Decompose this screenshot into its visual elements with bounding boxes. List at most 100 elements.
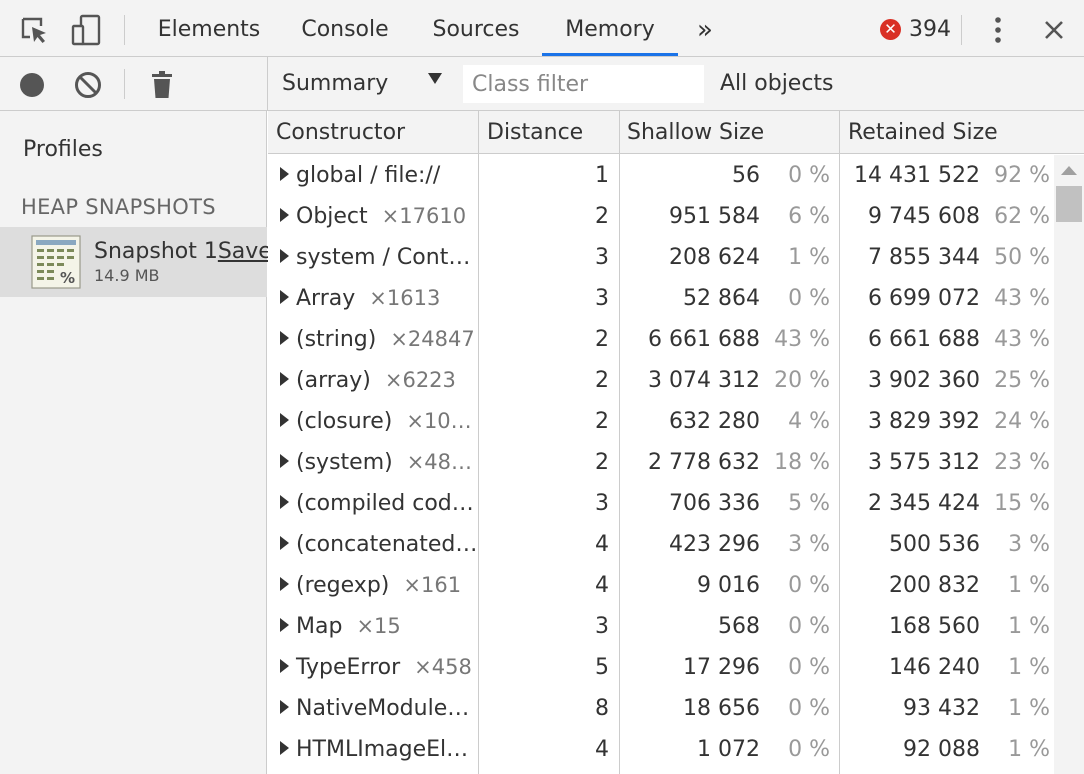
error-counter[interactable]: ✕ 394 <box>880 17 951 42</box>
device-toolbar-icon[interactable] <box>66 10 106 50</box>
tab-elements[interactable]: Elements <box>150 0 268 56</box>
expand-triangle-icon[interactable] <box>280 700 289 714</box>
view-select[interactable]: Summary <box>282 67 452 101</box>
heap-summary-table: Constructor Distance Shallow Size Retain… <box>268 111 1084 774</box>
table-row[interactable]: global / file:// 1 56 0 % 14 431 522 92 % <box>268 155 1054 196</box>
inspect-element-icon[interactable] <box>14 10 54 50</box>
profiles-heading: Profiles <box>23 137 103 162</box>
retained-size-cell: 168 560 <box>889 614 980 639</box>
table-row[interactable]: TypeError ×458 5 17 296 0 % 146 240 1 % <box>268 647 1054 688</box>
expand-triangle-icon[interactable] <box>280 495 289 509</box>
retained-percent-cell: 43 % <box>994 327 1050 352</box>
expand-triangle-icon[interactable] <box>280 249 289 263</box>
constructor-name: (string) <box>296 327 377 352</box>
shallow-size-cell: 56 <box>732 163 760 188</box>
record-icon[interactable] <box>12 65 52 105</box>
distance-cell: 2 <box>595 368 609 393</box>
trash-icon[interactable] <box>142 65 182 105</box>
expand-triangle-icon[interactable] <box>280 659 289 673</box>
retained-size-cell: 92 088 <box>903 737 980 762</box>
expand-triangle-icon[interactable] <box>280 536 289 550</box>
column-header-constructor[interactable]: Constructor <box>268 111 478 154</box>
kebab-menu-icon[interactable] <box>978 10 1018 50</box>
table-row[interactable]: (regexp) ×161 4 9 016 0 % 200 832 1 % <box>268 565 1054 606</box>
expand-triangle-icon[interactable] <box>280 331 289 345</box>
scrollbar-thumb[interactable] <box>1056 186 1082 222</box>
shallow-percent-cell: 18 % <box>774 450 830 475</box>
instance-count: ×161 <box>403 573 462 597</box>
constructor-cell: system / Cont… <box>280 237 476 278</box>
table-row[interactable]: (closure) ×10… 2 632 280 4 % 3 829 392 24 % <box>268 401 1054 442</box>
scroll-up-arrow-icon[interactable] <box>1061 166 1077 175</box>
toolbar-divider <box>961 15 962 45</box>
expand-triangle-icon[interactable] <box>280 208 289 222</box>
shallow-size-cell: 52 864 <box>683 286 760 311</box>
table-row[interactable]: (array) ×6223 2 3 074 312 20 % 3 902 360 25 % <box>268 360 1054 401</box>
shallow-percent-cell: 5 % <box>788 491 830 516</box>
expand-triangle-icon[interactable] <box>280 372 289 386</box>
retained-percent-cell: 62 % <box>994 204 1050 229</box>
class-filter-input[interactable] <box>463 65 704 103</box>
column-header-shallow-size[interactable]: Shallow Size <box>619 111 839 154</box>
constructor-cell: HTMLImageEl… <box>280 729 476 770</box>
retained-size-cell: 200 832 <box>889 573 980 598</box>
constructor-cell: global / file:// <box>280 155 476 196</box>
shallow-percent-cell: 0 % <box>788 737 830 762</box>
snapshot-size: 14.9 MB <box>94 266 160 285</box>
constructor-cell: (closure) ×10… <box>280 401 476 442</box>
column-header-retained-size[interactable]: Retained Size <box>840 111 1054 154</box>
shallow-percent-cell: 0 % <box>788 163 830 188</box>
retained-percent-cell: 50 % <box>994 245 1050 270</box>
table-row[interactable]: HTMLImageEl… 4 1 072 0 % 92 088 1 % <box>268 729 1054 770</box>
distance-cell: 2 <box>595 327 609 352</box>
constructor-name: (array) <box>296 368 371 393</box>
expand-triangle-icon[interactable] <box>280 413 289 427</box>
expand-triangle-icon[interactable] <box>280 167 289 181</box>
expand-triangle-icon[interactable] <box>280 618 289 632</box>
panel-divider <box>267 57 268 111</box>
constructor-name: (concatenated… <box>296 532 476 557</box>
table-row[interactable]: (compiled cod… 3 706 336 5 % 2 345 424 15 % <box>268 483 1054 524</box>
shallow-percent-cell: 3 % <box>788 532 830 557</box>
clear-icon[interactable] <box>68 65 108 105</box>
chevron-down-icon[interactable] <box>428 73 442 84</box>
memory-toolbar: Summary All objects <box>0 57 1084 111</box>
table-row[interactable]: Array ×1613 3 52 864 0 % 6 699 072 43 % <box>268 278 1054 319</box>
column-header-distance[interactable]: Distance <box>479 111 619 154</box>
table-row[interactable]: (string) ×24847 2 6 661 688 43 % 6 661 688 43 … <box>268 319 1054 360</box>
tab-memory[interactable]: Memory <box>542 0 678 56</box>
expand-triangle-icon[interactable] <box>280 290 289 304</box>
table-row[interactable]: NativeModule… 8 18 656 0 % 93 432 1 % <box>268 688 1054 729</box>
expand-triangle-icon[interactable] <box>280 577 289 591</box>
close-icon[interactable] <box>1034 10 1074 50</box>
constructor-name: (regexp) <box>296 573 390 598</box>
distance-cell: 3 <box>595 245 609 270</box>
retained-size-cell: 3 902 360 <box>868 368 980 393</box>
vertical-scrollbar[interactable] <box>1054 155 1084 774</box>
toolbar-divider <box>124 15 125 45</box>
filter-scope-select[interactable]: All objects <box>720 67 834 101</box>
expand-triangle-icon[interactable] <box>280 454 289 468</box>
table-row[interactable]: system / Cont… 3 208 624 1 % 7 855 344 50 % <box>268 237 1054 278</box>
snapshot-list-item[interactable]: % Snapshot 1Save 14.9 MB <box>0 227 272 297</box>
distance-cell: 4 <box>595 737 609 762</box>
save-snapshot-link[interactable]: Save <box>218 239 272 264</box>
shallow-size-cell: 568 <box>718 614 760 639</box>
retained-size-cell: 3 575 312 <box>868 450 980 475</box>
instance-count: ×17610 <box>381 204 467 228</box>
more-tabs-button[interactable]: » <box>690 0 720 56</box>
tab-console[interactable]: Console <box>292 0 398 56</box>
shallow-size-cell: 6 661 688 <box>648 327 760 352</box>
tab-sources[interactable]: Sources <box>424 0 528 56</box>
table-row[interactable]: (system) ×48… 2 2 778 632 18 % 3 575 312 23 % <box>268 442 1054 483</box>
table-row[interactable]: (concatenated… 4 423 296 3 % 500 536 3 % <box>268 524 1054 565</box>
table-row[interactable]: Map ×15 3 568 0 % 168 560 1 % <box>268 606 1054 647</box>
table-row[interactable]: Object ×17610 2 951 584 6 % 9 745 608 62 % <box>268 196 1054 237</box>
shallow-percent-cell: 43 % <box>774 327 830 352</box>
constructor-cell: (string) ×24847 <box>280 319 476 360</box>
retained-percent-cell: 43 % <box>994 286 1050 311</box>
distance-cell: 2 <box>595 204 609 229</box>
expand-triangle-icon[interactable] <box>280 741 289 755</box>
retained-percent-cell: 1 % <box>1008 737 1050 762</box>
retained-percent-cell: 92 % <box>994 163 1050 188</box>
